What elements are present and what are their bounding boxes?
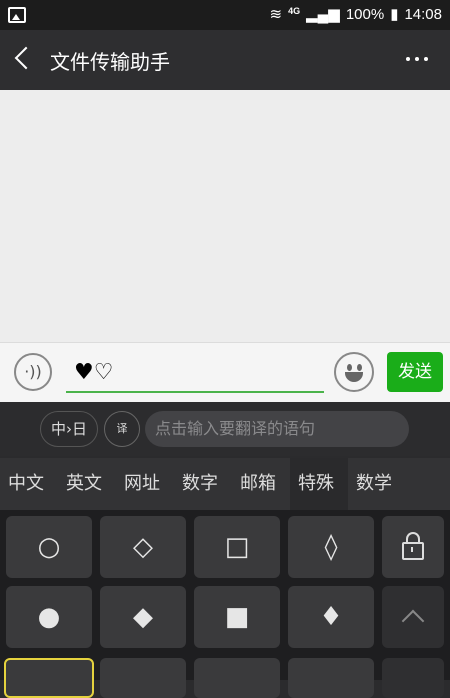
key-lozenge[interactable]: ◊: [288, 516, 374, 578]
lock-icon[interactable]: [382, 516, 444, 578]
signal-icon: ▂▄▆: [306, 6, 340, 23]
tab-email[interactable]: 邮箱: [232, 458, 290, 510]
key-white-square[interactable]: □: [194, 516, 280, 578]
wifi-icon: ≋: [269, 6, 283, 23]
key-white-circle[interactable]: ○: [6, 516, 92, 578]
tab-url[interactable]: 网址: [116, 458, 174, 510]
language-switch-button[interactable]: 中›日: [40, 411, 98, 447]
chevron-up-icon[interactable]: [382, 586, 444, 648]
voice-icon[interactable]: ·)): [14, 353, 52, 391]
key-partial[interactable]: [100, 658, 186, 698]
tab-chinese[interactable]: 中文: [0, 458, 58, 510]
chat-message-area[interactable]: [0, 90, 450, 342]
input-bar: ·)) ♥♡ 发送: [0, 342, 450, 403]
tab-numbers[interactable]: 数字: [174, 458, 232, 510]
tab-math[interactable]: 数学: [348, 458, 406, 510]
more-options-icon[interactable]: [406, 57, 428, 61]
back-arrow-icon[interactable]: [14, 46, 38, 70]
translate-input[interactable]: 点击输入要翻译的语句: [145, 411, 409, 447]
clock: 14:08: [404, 5, 442, 23]
key-black-diamond-suit[interactable]: ♦: [288, 586, 374, 648]
key-partial[interactable]: [288, 658, 374, 698]
send-button[interactable]: 发送: [387, 352, 443, 392]
status-bar: ≋ 4G ▂▄▆ 100% ▮ 14:08: [0, 0, 450, 30]
translate-icon[interactable]: 译: [104, 411, 140, 447]
key-black-diamond[interactable]: ◆: [100, 586, 186, 648]
key-partial[interactable]: [382, 658, 444, 698]
gallery-icon: [8, 7, 26, 23]
key-black-square[interactable]: ■: [194, 586, 280, 648]
keyboard-category-tabs: 中文 英文 网址 数字 邮箱 特殊 数学: [0, 458, 450, 510]
network-type: 4G: [288, 6, 301, 16]
chat-header: 文件传输助手: [0, 30, 450, 90]
symbol-keyboard: ○ ◇ □ ◊ ● ◆ ■ ♦: [0, 510, 450, 698]
key-black-circle[interactable]: ●: [6, 586, 92, 648]
tab-english[interactable]: 英文: [58, 458, 116, 510]
battery-percent: 100%: [345, 5, 385, 23]
battery-icon: ▮: [390, 6, 399, 23]
translate-bar: 中›日 译 点击输入要翻译的语句: [0, 402, 450, 456]
tab-special[interactable]: 特殊: [290, 458, 348, 510]
key-white-diamond[interactable]: ◇: [100, 516, 186, 578]
key-partial[interactable]: [194, 658, 280, 698]
status-right: ≋ 4G ▂▄▆ 100% ▮ 14:08: [269, 5, 442, 24]
emoji-icon[interactable]: [334, 352, 374, 392]
message-input[interactable]: ♥♡: [66, 353, 324, 393]
chat-title: 文件传输助手: [50, 50, 170, 74]
key-selected-partial[interactable]: [4, 658, 94, 698]
